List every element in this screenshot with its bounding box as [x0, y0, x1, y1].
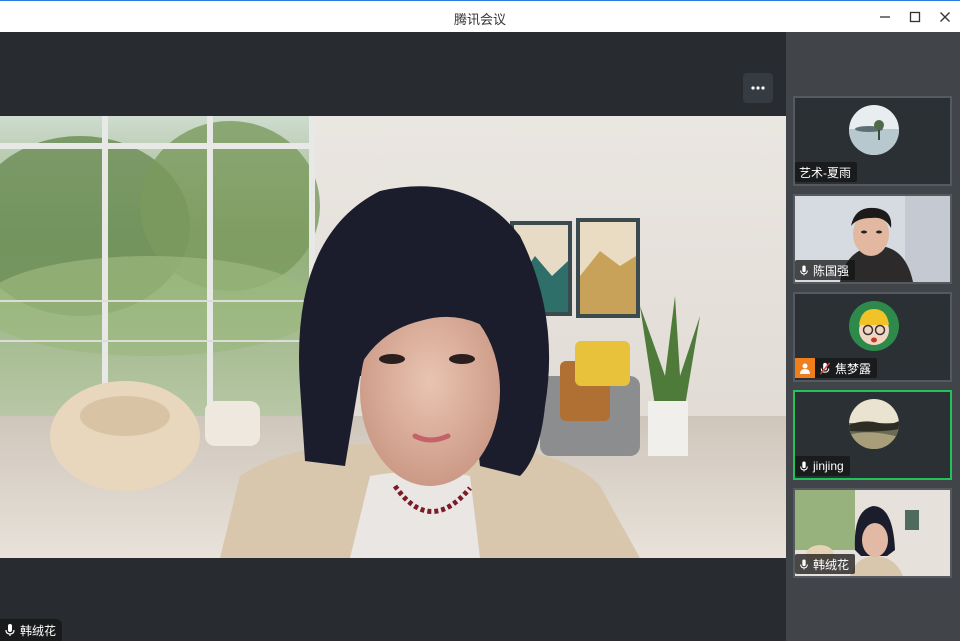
- participant-name: 焦梦露: [835, 361, 872, 376]
- main-speaker-video[interactable]: [0, 116, 786, 558]
- minimize-icon: [880, 16, 890, 18]
- main-speaker-name: 韩绒花: [20, 623, 57, 638]
- avatar: [849, 399, 899, 449]
- host-user-icon: [800, 363, 810, 374]
- participant-tile[interactable]: 陈国强: [793, 194, 952, 284]
- participant-name-tag: 艺术-夏雨: [795, 162, 857, 182]
- more-horizontal-icon: [751, 86, 765, 90]
- participant-tile[interactable]: jinjing: [793, 390, 952, 480]
- microphone-muted-icon: [819, 361, 831, 375]
- participant-name-tag: 焦梦露: [795, 358, 878, 378]
- participant-name: 陈国强: [813, 263, 850, 278]
- participant-tile[interactable]: 艺术-夏雨: [793, 96, 952, 186]
- participant-name: 韩绒花: [813, 557, 850, 572]
- close-button[interactable]: [935, 7, 955, 27]
- maximize-icon: [909, 11, 921, 23]
- minimize-button[interactable]: [875, 7, 895, 27]
- participant-name-tag: 陈国强: [795, 260, 856, 280]
- participant-sidebar: 艺术-夏雨 陈国强 焦梦露 jinjing 韩绒花: [786, 32, 960, 641]
- main-video-stage: 韩绒花: [0, 32, 786, 641]
- participant-tile[interactable]: 韩绒花: [793, 488, 952, 578]
- participant-name-tag: jinjing: [795, 456, 850, 476]
- close-icon: [940, 12, 950, 22]
- main-speaker-name-tag: 韩绒花: [0, 619, 63, 641]
- more-options-button[interactable]: [743, 73, 773, 103]
- microphone-icon: [5, 624, 15, 636]
- participant-name: jinjing: [813, 459, 844, 473]
- host-badge: [795, 358, 815, 378]
- participant-name-tag: 韩绒花: [795, 554, 856, 574]
- microphone-icon: [800, 559, 808, 569]
- participant-name: 艺术-夏雨: [799, 165, 851, 180]
- microphone-icon: [800, 265, 808, 275]
- microphone-icon: [800, 461, 808, 471]
- avatar: [849, 301, 899, 351]
- title-bar: 腾讯会议: [0, 0, 960, 32]
- participant-tile[interactable]: 焦梦露: [793, 292, 952, 382]
- window-title: 腾讯会议: [453, 12, 506, 27]
- maximize-button[interactable]: [905, 7, 925, 27]
- main-video-scene: [0, 116, 786, 558]
- avatar: [849, 105, 899, 155]
